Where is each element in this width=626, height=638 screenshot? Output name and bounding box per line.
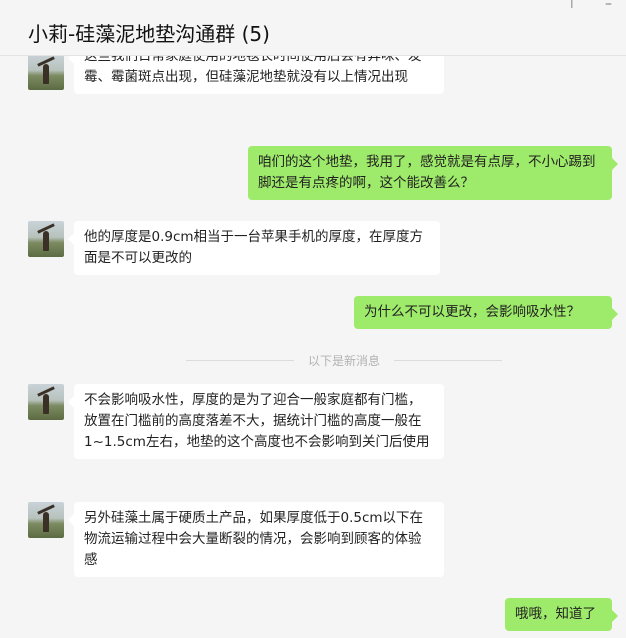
incoming-message-bubble[interactable]: 不会影响吸水性，厚度的是为了迎合一般家庭都有门槛，放置在门槛前的高度落差不大，据… (68, 384, 444, 459)
incoming-message-bubble[interactable]: 另外硅藻土属于硬质土产品，如果厚度低于0.5cm以下在物流运输过程中会大量断裂的… (68, 502, 444, 577)
outgoing-message-bubble[interactable]: 哦哦，知道了 (505, 598, 618, 631)
outgoing-message-bubble[interactable]: 咱们的这个地垫，我用了，感觉就是有点厚，不小心踢到脚还是有点疼的啊，这个能改善么… (248, 146, 618, 200)
minimize-icon[interactable]: – (605, 0, 612, 12)
chat-header: 小莉-硅藻泥地垫沟通群 (5) ⊤ – (0, 0, 626, 56)
contact-avatar[interactable] (28, 221, 64, 257)
incoming-message-bubble[interactable]: 他的厚度是0.9cm相当于一台苹果手机的厚度，在厚度方面是不可以更改的 (68, 221, 440, 275)
chat-title: 小莉-硅藻泥地垫沟通群 (5) (28, 22, 270, 46)
contact-avatar[interactable] (28, 502, 64, 538)
contact-avatar[interactable] (28, 56, 64, 90)
new-messages-divider: 以下是新消息 (186, 350, 502, 370)
message-list[interactable]: 这些我们日常家庭使用的地毯长时间使用后会有异味、发霉、霉菌斑点出现，但硅藻泥地垫… (0, 56, 626, 638)
contact-avatar[interactable] (28, 384, 64, 420)
divider-label: 以下是新消息 (307, 354, 380, 368)
outgoing-message-bubble[interactable]: 为什么不可以更改，会影响吸水性？ (354, 296, 618, 329)
pin-icon[interactable]: ⊤ (566, 0, 578, 12)
incoming-message-bubble[interactable]: 这些我们日常家庭使用的地毯长时间使用后会有异味、发霉、霉菌斑点出现，但硅藻泥地垫… (68, 56, 444, 94)
